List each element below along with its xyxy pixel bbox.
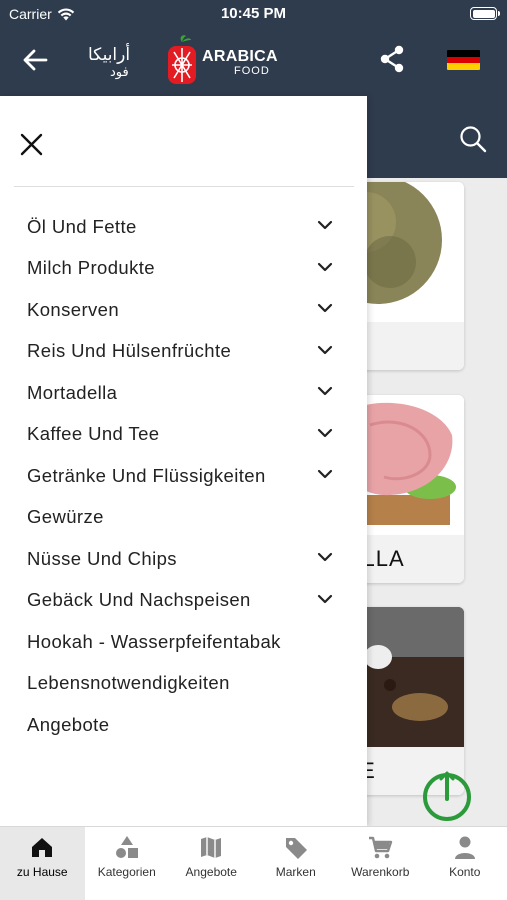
category-menu-item[interactable]: Lebensnotwendigkeiten bbox=[0, 663, 367, 705]
chevron-down-icon[interactable] bbox=[317, 343, 333, 357]
chevron-down-icon[interactable] bbox=[317, 467, 333, 481]
category-label: Reis Und Hülsenfrüchte bbox=[27, 340, 232, 362]
category-label: Konserven bbox=[27, 298, 120, 320]
person-icon bbox=[454, 836, 475, 859]
category-menu-item[interactable]: Angebote bbox=[0, 704, 367, 746]
clock: 10:45 PM bbox=[220, 5, 287, 22]
category-menu-item[interactable]: Gebäck Und Nachspeisen bbox=[0, 580, 367, 622]
chevron-down-icon[interactable] bbox=[317, 384, 333, 398]
category-drawer: Öl Und Fette Milch Produkte Konserven Reis … bbox=[0, 96, 367, 826]
tab-map[interactable]: Angebote bbox=[169, 827, 254, 900]
category-menu-item[interactable]: Nüsse Und Chips bbox=[0, 538, 367, 580]
cart-icon bbox=[369, 836, 393, 859]
chevron-down-icon[interactable] bbox=[317, 592, 333, 606]
category-menu-item[interactable]: Reis Und Hülsenfrüchte bbox=[0, 331, 367, 373]
tab-home[interactable]: zu Hause bbox=[0, 827, 85, 900]
tag-icon bbox=[285, 838, 307, 859]
category-label: Gebäck Und Nachspeisen bbox=[27, 589, 251, 611]
category-menu-item[interactable]: Gewürze bbox=[0, 497, 367, 539]
arabica-food-logo[interactable]: أرابيكا فود ARABICA FOOD bbox=[88, 34, 278, 86]
status-bar: Carrier 10:45 PM bbox=[0, 0, 507, 30]
category-label: Milch Produkte bbox=[27, 257, 155, 279]
tab-person[interactable]: Konto bbox=[423, 827, 507, 900]
tab-label: Warenkorb bbox=[351, 865, 410, 879]
tab-cart[interactable]: Warenkorb bbox=[338, 827, 423, 900]
chevron-down-icon[interactable] bbox=[317, 260, 333, 274]
category-menu-item[interactable]: Öl Und Fette bbox=[0, 206, 367, 248]
battery-icon bbox=[470, 7, 500, 20]
category-menu-item[interactable]: Milch Produkte bbox=[0, 248, 367, 290]
category-label: Mortadella bbox=[27, 381, 118, 403]
shapes-icon bbox=[115, 836, 138, 858]
tab-shapes[interactable]: Kategorien bbox=[85, 827, 170, 900]
logo-arabic-subtext: فود bbox=[110, 65, 129, 80]
category-menu-item[interactable]: Mortadella bbox=[0, 372, 367, 414]
chevron-down-icon[interactable] bbox=[317, 426, 333, 440]
tab-label: Angebote bbox=[185, 865, 237, 879]
category-label: Kaffee Und Tee bbox=[27, 423, 160, 445]
tab-label: Marken bbox=[275, 865, 316, 879]
category-menu-item[interactable]: Getränke Und Flüssigkeiten bbox=[0, 455, 367, 497]
tab-label: zu Hause bbox=[16, 865, 68, 879]
category-label: Öl Und Fette bbox=[27, 215, 137, 237]
bottom-tab-bar: zu Hause Kategorien Angebote Marken Warenkor… bbox=[0, 826, 507, 900]
logo-english-text: ARABICA bbox=[202, 48, 278, 65]
category-label: Angebote bbox=[27, 713, 110, 735]
category-label: Getränke Und Flüssigkeiten bbox=[27, 464, 266, 486]
category-label: Gewürze bbox=[27, 506, 104, 528]
logo-arabic-text: أرابيكا bbox=[88, 45, 131, 65]
category-menu-item[interactable]: Hookah - Wasserpfeifentabak bbox=[0, 621, 367, 663]
logo-english-subtext: FOOD bbox=[234, 65, 270, 77]
chevron-down-icon[interactable] bbox=[317, 550, 333, 564]
category-menu: Öl Und Fette Milch Produkte Konserven Reis … bbox=[0, 206, 367, 746]
drawer-divider bbox=[14, 186, 354, 187]
home-icon bbox=[32, 838, 53, 857]
back-arrow-icon[interactable] bbox=[20, 45, 50, 75]
tab-label: Kategorien bbox=[97, 865, 156, 879]
category-label: Hookah - Wasserpfeifentabak bbox=[27, 630, 281, 652]
chevron-down-icon[interactable] bbox=[317, 301, 333, 315]
category-menu-item[interactable]: Kaffee Und Tee bbox=[0, 414, 367, 456]
tab-label: Konto bbox=[449, 865, 481, 879]
close-icon[interactable] bbox=[18, 131, 45, 158]
chevron-down-icon[interactable] bbox=[317, 218, 333, 232]
category-menu-item[interactable]: Konserven bbox=[0, 289, 367, 331]
logo-emblem-icon bbox=[168, 35, 196, 84]
language-flag-german[interactable] bbox=[447, 50, 480, 70]
search-icon[interactable] bbox=[458, 124, 488, 154]
power-icon[interactable] bbox=[421, 769, 473, 821]
category-label: Lebensnotwendigkeiten bbox=[27, 672, 230, 694]
share-icon[interactable] bbox=[378, 44, 406, 74]
category-label: Nüsse Und Chips bbox=[27, 547, 177, 569]
map-icon bbox=[201, 837, 222, 858]
tab-tag[interactable]: Marken bbox=[254, 827, 339, 900]
